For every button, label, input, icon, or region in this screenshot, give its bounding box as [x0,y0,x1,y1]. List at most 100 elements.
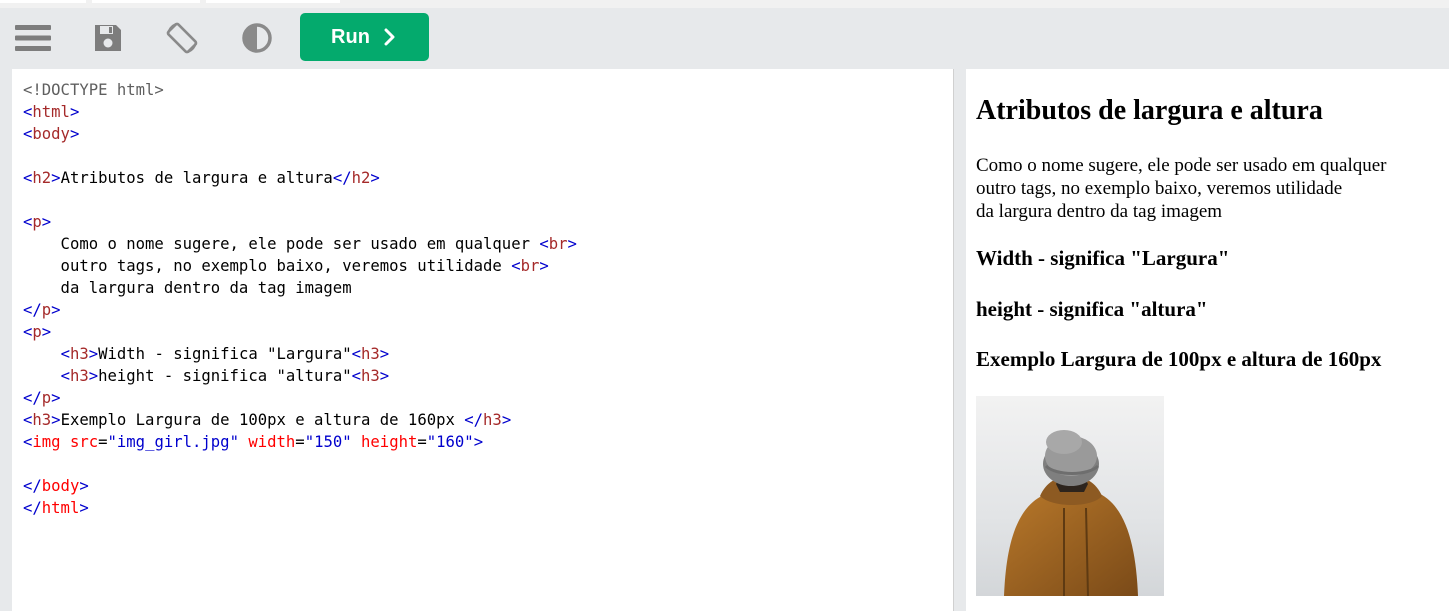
code-line: Como o nome sugere, ele pode ser usado e… [23,233,577,255]
code-token: > [69,125,80,143]
code-token: img [32,433,61,451]
code-line: <body> [23,123,577,145]
code-line: <h3>Exemplo Largura de 100px e altura de… [23,409,577,431]
code-token: < [23,433,33,451]
code-line: <h3>Width - significa "Largura"<h3> [23,343,577,365]
code-token: > [88,345,99,363]
code-token: > [370,169,380,187]
tab-strip [0,0,1449,8]
code-token: width [238,433,296,451]
code-token: height [351,433,418,451]
code-token: br [548,235,568,253]
run-button-label: Run [331,25,370,48]
code-token: h3 [483,411,502,429]
code-token: > [79,499,89,517]
code-token: </ [332,169,352,187]
code-token: < [60,345,70,363]
result-h3-height: height - significa "altura" [976,297,1208,321]
code-token: < [23,323,33,341]
code-token: > [51,169,61,187]
result-h3-example: Exemplo Largura de 100px e altura de 160… [976,347,1382,371]
code-line: <!DOCTYPE html> [23,79,577,101]
result-h3-width: Width - significa "Largura" [976,246,1230,270]
code-line: <p> [23,211,577,233]
code-token: < [23,213,33,231]
rotate-screen-icon[interactable] [162,18,202,58]
code-token: = [295,433,305,451]
code-token: Exemplo Largura de 100px e altura de 160… [60,411,465,429]
code-line: outro tags, no exemplo baixo, veremos ut… [23,255,577,277]
code-token: html [41,499,80,517]
hamburger-menu-icon[interactable] [13,18,53,58]
code-token: h2 [32,169,52,187]
code-token: h2 [351,169,371,187]
code-token: > [379,345,390,363]
code-line: <p> [23,321,577,343]
tab[interactable] [206,0,340,3]
run-button[interactable]: Run [300,13,429,61]
code-token: p [32,213,42,231]
code-line: </p> [23,299,577,321]
contrast-icon[interactable] [237,18,277,58]
code-token: > [539,257,549,275]
code-token: <!DOCTYPE html> [23,81,164,99]
code-token: p [32,323,42,341]
code-token: > [79,477,89,495]
tab[interactable] [92,0,200,3]
code-token: > [41,323,52,341]
code-token: </ [23,499,42,517]
code-content[interactable]: <!DOCTYPE html> <html> <body> <h2>Atributos… [23,79,577,519]
code-token: h3 [32,411,52,429]
code-token: da largura dentro da tag imagem [23,279,352,297]
code-line: </html> [23,497,577,519]
result-preview: Atributos de largura e altura Como o nom… [966,69,1449,611]
code-token: < [23,125,33,143]
code-token: h3 [69,345,89,363]
code-token: outro tags, no exemplo baixo, veremos ut… [23,257,512,275]
code-token: Width - significa "Largura" [98,345,352,363]
code-token: </ [23,477,42,495]
code-token: html [32,103,70,121]
code-line: </body> [23,475,577,497]
result-heading: Atributos de largura e altura [976,95,1323,126]
code-token: p [41,389,52,407]
code-token: < [351,367,361,385]
tab[interactable] [0,0,86,3]
code-token: </ [464,411,484,429]
code-token: Atributos de largura e altura [60,169,333,187]
code-token: "img_girl.jpg" [107,433,239,451]
code-line: <img src="img_girl.jpg" width="150" heig… [23,431,577,453]
code-token: < [511,257,521,275]
floppy-disk-icon[interactable] [88,18,128,58]
code-token: > [501,411,512,429]
code-token: > [51,411,61,429]
code-token: < [351,345,361,363]
code-line: <html> [23,101,577,123]
code-token: > [69,103,80,121]
code-token: = [98,433,108,451]
pane-splitter[interactable] [955,69,966,611]
code-token: > [51,389,61,407]
code-token: > [51,301,61,319]
code-token: h3 [361,345,380,363]
code-token: < [23,411,33,429]
code-editor[interactable]: <!DOCTYPE html> <html> <body> <h2>Atributos… [12,69,954,611]
code-token: "150" [304,433,352,451]
code-token: height - significa "altura" [98,367,352,385]
code-token: h3 [69,367,89,385]
code-token: p [41,301,52,319]
result-paragraph: Como o nome sugere, ele pode ser usado e… [976,154,1387,223]
code-token: body [41,477,80,495]
code-token: > [473,433,484,451]
code-line: da largura dentro da tag imagem [23,277,577,299]
toolbar: Run [0,8,1449,68]
result-image [976,396,1164,596]
result-paragraph-line: Como o nome sugere, ele pode ser usado e… [976,155,1387,176]
code-line: </p> [23,387,577,409]
code-line: <h2>Atributos de largura e altura</h2> [23,167,577,189]
code-token: < [23,103,33,121]
